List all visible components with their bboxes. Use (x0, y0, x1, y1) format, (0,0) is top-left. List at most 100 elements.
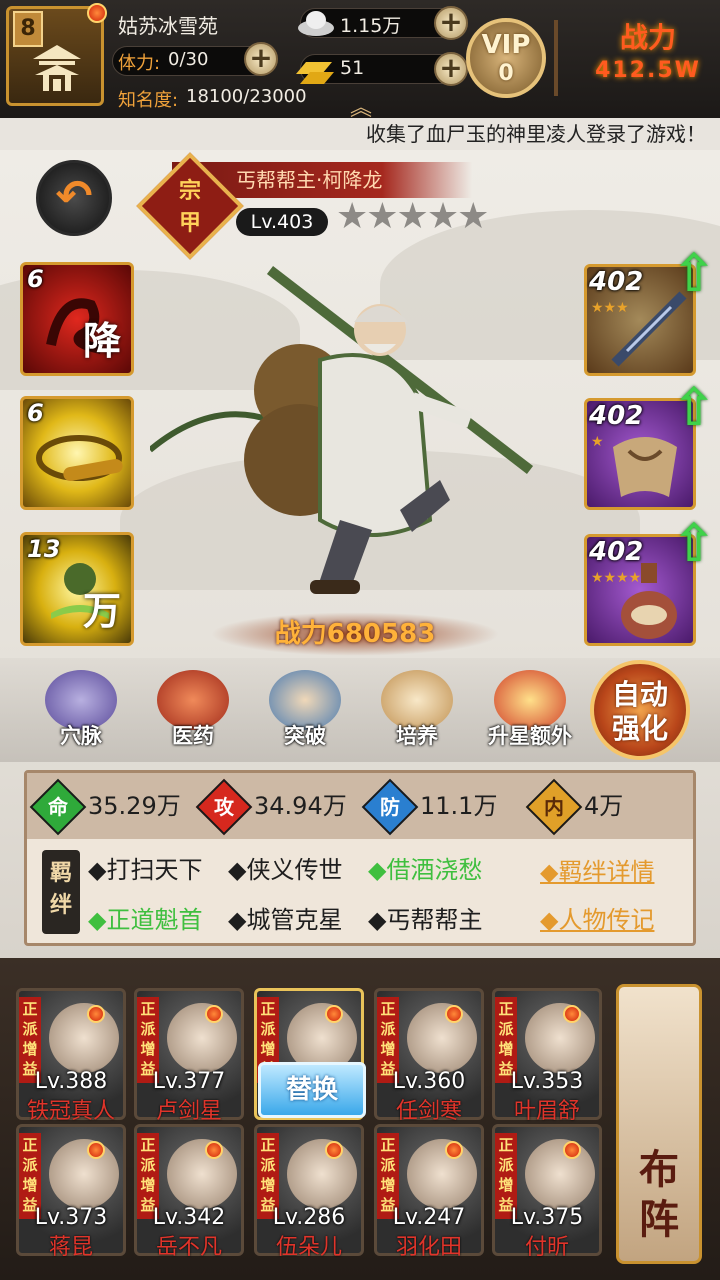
stamina-value: 0/30 (168, 49, 209, 70)
team-member-card[interactable]: 正派增益 Lv.377 卢剑星 (134, 988, 244, 1124)
skill-slot-1[interactable]: 6 降 (20, 262, 134, 376)
team-member-name: 岳不凡 (155, 1235, 222, 1260)
skill-glyph: 降 (82, 319, 121, 363)
add-stamina-button[interactable]: + (244, 42, 278, 76)
add-gold-button[interactable]: + (434, 52, 468, 86)
stat-defense: 防 11.1万 (361, 776, 498, 836)
team-member-name: 付昕 (524, 1235, 569, 1260)
star-up-button[interactable]: 升星额外 (480, 670, 580, 756)
bond-item-active: ◆借酒浇愁 (368, 856, 483, 884)
star-up-label: 升星额外 (488, 724, 572, 748)
stat-attack-value: 34.94万 (254, 792, 347, 820)
biography-link[interactable]: ◆人物传记 (540, 900, 654, 935)
avatar (407, 1139, 477, 1209)
upgrade-arrow-icon[interactable]: ⇧ (672, 514, 716, 578)
stat-inner: 内 4万 (525, 776, 623, 836)
team-member-name: 蒋昆 (48, 1235, 93, 1260)
broadcast-marquee: 收集了血尸玉的神里凌人登录了游戏！ (0, 118, 720, 150)
team-member-name: 卢剑星 (155, 1099, 222, 1124)
cultivate-button[interactable]: 培养 (374, 670, 460, 756)
fame-value: 18100/23000 (186, 86, 307, 107)
notification-dot-icon (563, 1141, 581, 1159)
formation-button[interactable]: 布 阵 (616, 984, 702, 1264)
notification-dot-icon (205, 1005, 223, 1023)
hero-power: 战力680583 (210, 612, 500, 656)
team-member-card[interactable]: 正派增益 Lv.286 伍朵儿 (254, 1124, 364, 1260)
hero-power-label: 战力 (274, 619, 327, 649)
bond-tag: 羁 绊 (42, 850, 80, 934)
avatar (49, 1139, 119, 1209)
stat-attack: 攻 34.94万 (195, 776, 347, 836)
bond-detail-link[interactable]: ◆羁绊详情 (540, 852, 654, 887)
whirl-staff-skill-icon (36, 435, 123, 481)
team-member-card[interactable]: 正派增益 Lv.375 付昕 (492, 1124, 602, 1260)
skill-slot-2[interactable]: 6 (20, 396, 134, 510)
gold-amount: 51 (340, 57, 365, 79)
breakthrough-button[interactable]: 突破 (262, 670, 348, 756)
skill-slot-3[interactable]: 13 万 (20, 532, 134, 646)
notification-dot-icon (87, 1005, 105, 1023)
team-member-name: 任剑寒 (395, 1099, 462, 1124)
meridian-label: 穴脉 (60, 724, 102, 748)
hero-power-value: 680583 (326, 619, 436, 649)
add-silver-button[interactable]: + (434, 6, 468, 40)
team-member-card[interactable]: 正派增益 Lv.342 岳不凡 (134, 1124, 244, 1260)
meridian-button[interactable]: 穴脉 (38, 670, 124, 756)
hero-star-rating: ★★★★★ (336, 196, 489, 237)
silver-ingot-icon (298, 11, 334, 36)
medicine-button[interactable]: 医药 (150, 670, 236, 756)
team-member-name: 叶眉舒 (513, 1099, 580, 1124)
bond-item: ◆侠义传世 (228, 856, 343, 884)
bond-item-active: ◆正道魁首 (88, 906, 203, 934)
team-member-card[interactable]: 正派增益 Lv.373 蒋昆 (16, 1124, 126, 1260)
team-member-level: Lv.286 (272, 1205, 346, 1230)
upgrade-arrow-icon[interactable]: ⇧ (672, 244, 716, 308)
vip-badge[interactable]: VIP 0 (466, 18, 546, 98)
stamina-label: 体力: (118, 53, 161, 74)
total-power-label: 战力 (619, 21, 676, 54)
avatar (167, 1139, 237, 1209)
team-member-level: Lv.373 (34, 1205, 108, 1230)
silver-amount: 1.15万 (340, 15, 402, 37)
team-member-level: Lv.360 (392, 1069, 466, 1094)
team-member-card[interactable]: 正派增益 Lv.247 羽化田 (374, 1124, 484, 1260)
avatar (167, 1003, 237, 1073)
bond-item: ◆城管克星 (228, 906, 343, 934)
notification-dot-icon (87, 3, 107, 23)
team-member-card[interactable]: 正派增益 Lv.360 任剑寒 (374, 988, 484, 1124)
team-member-level: Lv.388 (34, 1069, 108, 1094)
team-member-name: 伍朵儿 (275, 1235, 342, 1260)
back-button[interactable]: ↶ (36, 160, 112, 236)
notification-dot-icon (205, 1141, 223, 1159)
vip-label: VIP (481, 30, 531, 60)
hero-level-badge: Lv.403 (236, 208, 328, 236)
stat-inner-glyph: 内 (544, 795, 564, 819)
sect-emblem-text: 宗 甲 (178, 179, 201, 236)
hero-character-portrait (150, 266, 534, 594)
player-name: 姑苏冰雪苑 (118, 14, 218, 38)
avatar (525, 1003, 595, 1073)
total-power-display[interactable]: 战力 412.5W (580, 20, 716, 100)
stat-attack-glyph: 攻 (214, 795, 234, 819)
swap-hero-button[interactable]: 替换 (258, 1062, 366, 1118)
auto-enhance-button[interactable]: 自动 强化 (590, 660, 690, 760)
notification-dot-icon (325, 1141, 343, 1159)
team-member-level: Lv.353 (510, 1069, 584, 1094)
pavilion-icon (33, 45, 81, 91)
stat-defense-value: 11.1万 (420, 792, 498, 820)
team-member-name: 羽化田 (395, 1235, 462, 1260)
breakthrough-label: 突破 (284, 724, 326, 748)
player-level: 8 (13, 11, 43, 47)
formation-label-bottom: 阵 (639, 1197, 679, 1243)
upgrade-arrow-icon[interactable]: ⇧ (672, 378, 716, 442)
notification-dot-icon (445, 1141, 463, 1159)
medicine-label: 医药 (172, 724, 214, 748)
skill-glyph: 万 (82, 589, 121, 633)
bond-item: ◆丐帮帮主 (368, 906, 483, 934)
team-member-card[interactable]: 正派增益 Lv.353 叶眉舒 (492, 988, 602, 1124)
avatar (49, 1003, 119, 1073)
equip-stars: ★★★ (591, 300, 629, 316)
team-member-card[interactable]: 正派增益 Lv.388 铁冠真人 (16, 988, 126, 1124)
player-avatar[interactable]: 8 (6, 3, 107, 106)
divider (554, 20, 558, 96)
